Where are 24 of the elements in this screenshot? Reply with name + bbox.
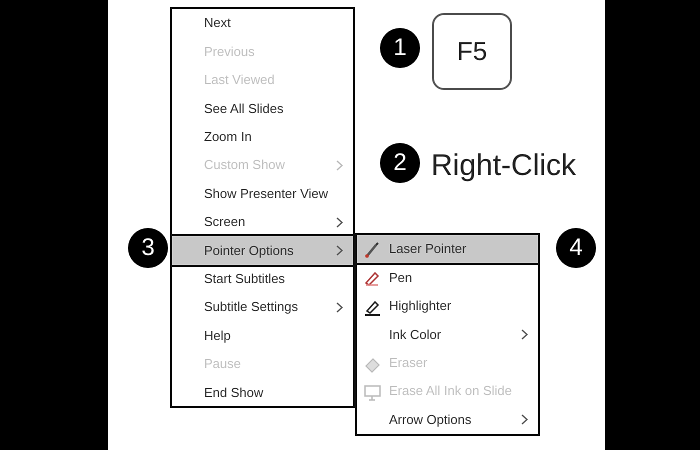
menu-item[interactable]: Pointer Options (172, 236, 353, 265)
menu-item[interactable]: See All Slides (172, 94, 353, 123)
instruction-text: Right-Click (431, 148, 576, 184)
key-cap: F5 (432, 13, 512, 90)
menu-item[interactable]: Start Subtitles (172, 264, 353, 293)
menu-item[interactable]: Arrow Options (357, 405, 538, 434)
menu-item[interactable]: Show Presenter View (172, 179, 353, 208)
step-number: 3 (128, 228, 168, 268)
menu-item[interactable]: Pen (357, 263, 538, 292)
menu-item[interactable]: Help (172, 321, 353, 350)
step-number: 4 (556, 228, 596, 268)
menu-item[interactable]: Subtitle Settings (172, 292, 353, 322)
menu-item[interactable]: Ink Color (357, 320, 538, 349)
step-number: 2 (380, 143, 420, 183)
menu-item[interactable]: End Show (172, 378, 353, 406)
menu-item[interactable]: Highlighter (357, 292, 538, 320)
menu-item[interactable]: Laser Pointer (357, 235, 538, 264)
step-number: 1 (380, 28, 420, 68)
menu-item[interactable]: Zoom In (172, 122, 353, 151)
menu-item[interactable]: Screen (172, 208, 353, 236)
laser-pointer-icon (364, 241, 381, 259)
pen-icon (364, 269, 381, 288)
menu-item[interactable]: Next (172, 9, 353, 38)
screen-icon (364, 382, 381, 401)
